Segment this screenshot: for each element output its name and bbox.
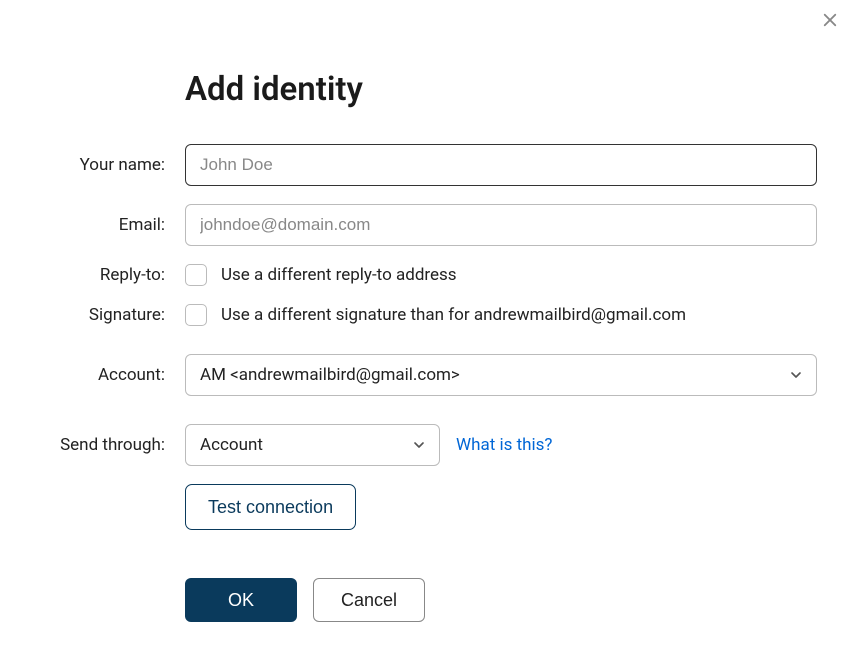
email-label: Email: xyxy=(40,215,185,235)
reply-to-label: Reply-to: xyxy=(40,265,185,285)
close-icon xyxy=(821,11,839,33)
account-row: Account: AM <andrewmailbird@gmail.com> xyxy=(40,354,817,396)
name-row: Your name: xyxy=(40,144,817,186)
send-through-row: Send through: Account What is this? xyxy=(40,424,817,466)
add-identity-dialog: Add identity Your name: Email: Reply-to:… xyxy=(0,0,857,662)
reply-to-checkbox-label: Use a different reply-to address xyxy=(221,265,457,285)
email-input[interactable] xyxy=(185,204,817,246)
signature-checkbox[interactable] xyxy=(185,304,207,326)
cancel-button[interactable]: Cancel xyxy=(313,578,425,622)
signature-label: Signature: xyxy=(40,305,185,325)
name-label: Your name: xyxy=(40,155,185,175)
test-connection-row: Test connection xyxy=(40,484,817,530)
dialog-title: Add identity xyxy=(185,70,817,109)
email-row: Email: xyxy=(40,204,817,246)
send-through-select[interactable]: Account xyxy=(185,424,440,466)
reply-to-checkbox[interactable] xyxy=(185,264,207,286)
name-input[interactable] xyxy=(185,144,817,186)
close-button[interactable] xyxy=(818,10,842,34)
account-select-value: AM <andrewmailbird@gmail.com> xyxy=(200,365,460,385)
what-is-this-link[interactable]: What is this? xyxy=(456,435,552,455)
account-select[interactable]: AM <andrewmailbird@gmail.com> xyxy=(185,354,817,396)
reply-to-row: Reply-to: Use a different reply-to addre… xyxy=(40,264,817,286)
chevron-down-icon xyxy=(411,437,427,453)
account-label: Account: xyxy=(40,365,185,385)
chevron-down-icon xyxy=(788,367,804,383)
send-through-select-value: Account xyxy=(200,435,263,455)
signature-checkbox-label: Use a different signature than for andre… xyxy=(221,305,686,325)
signature-row: Signature: Use a different signature tha… xyxy=(40,304,817,326)
ok-button[interactable]: OK xyxy=(185,578,297,622)
test-connection-button[interactable]: Test connection xyxy=(185,484,356,530)
dialog-buttons: OK Cancel xyxy=(185,578,817,622)
send-through-label: Send through: xyxy=(40,435,185,455)
